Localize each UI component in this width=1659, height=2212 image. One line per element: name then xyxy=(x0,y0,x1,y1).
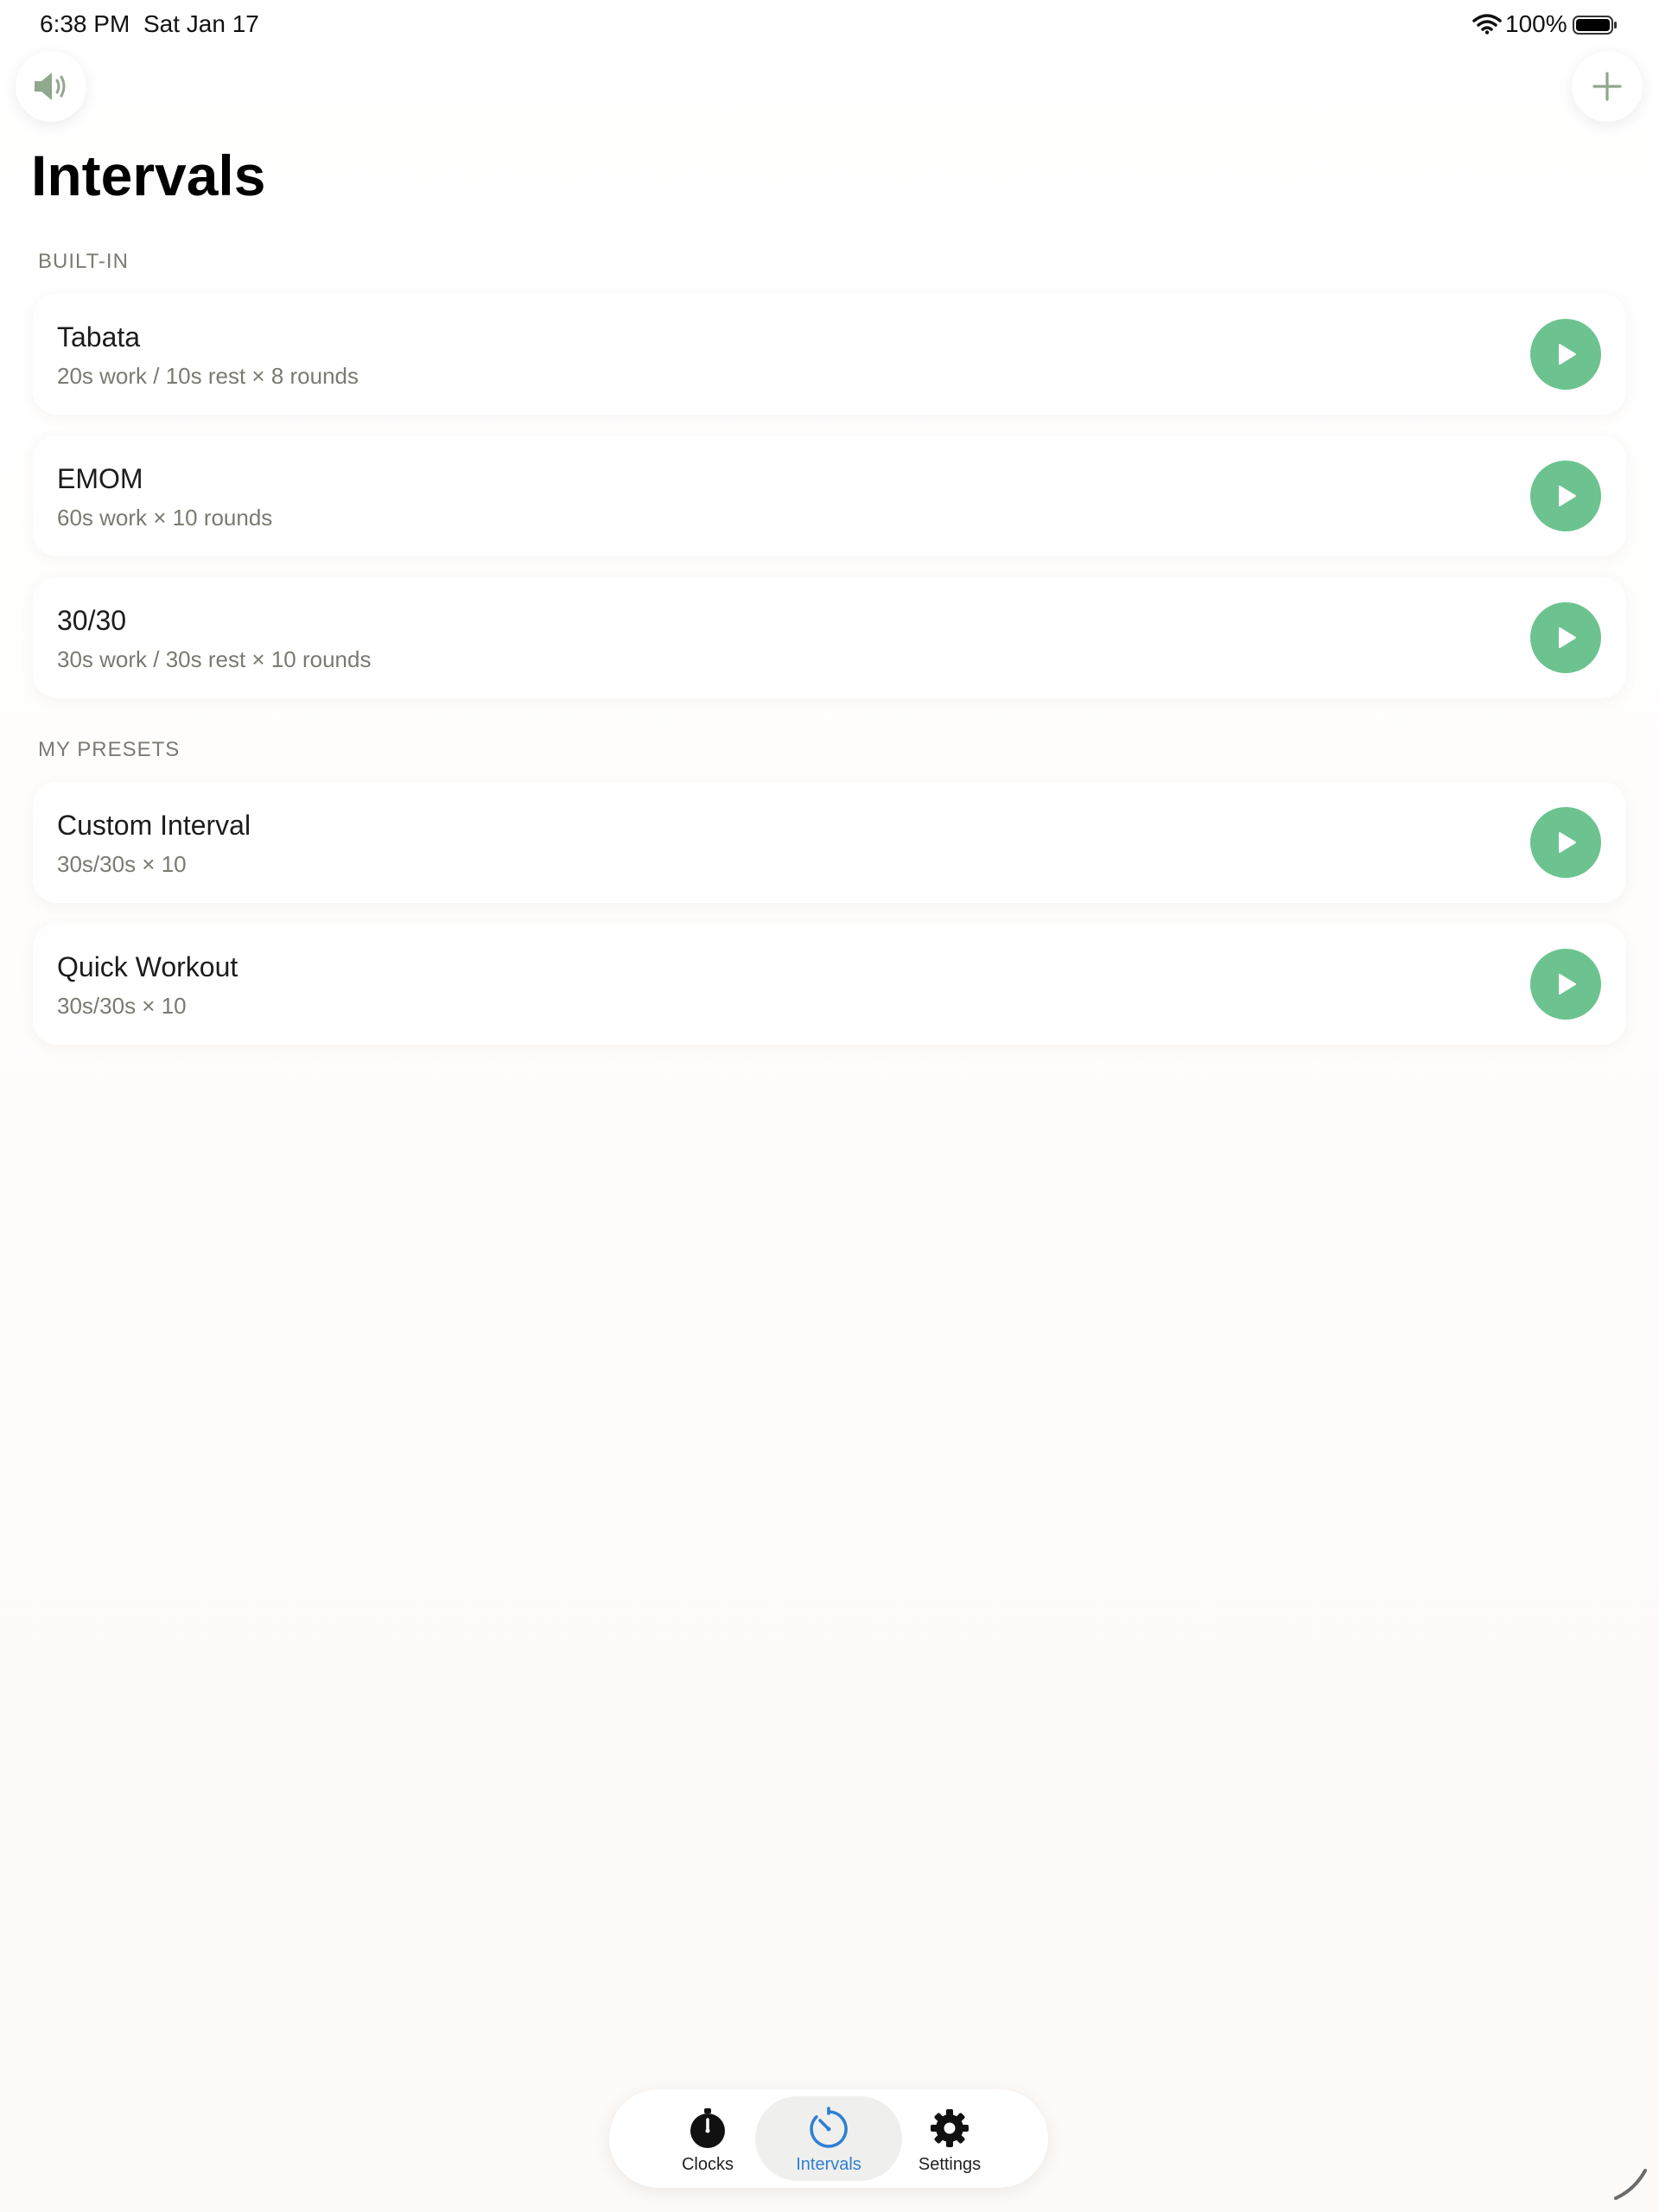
wifi-icon xyxy=(1472,14,1502,35)
status-date: Sat Jan 17 xyxy=(143,10,259,37)
play-icon xyxy=(1559,974,1576,995)
card-title: EMOM xyxy=(57,463,143,494)
tab-label: Settings xyxy=(918,2155,982,2174)
card-title: Tabata xyxy=(57,321,141,353)
preset-card-quick-workout[interactable]: Quick Workout 30s/30s × 10 xyxy=(33,924,1626,1045)
card-title: Custom Interval xyxy=(57,810,251,841)
tab-settings[interactable]: Settings xyxy=(876,2096,1023,2181)
card-title: Quick Workout xyxy=(57,951,238,982)
tab-bar: Clocks Intervals Settings xyxy=(609,2089,1048,2188)
card-subtitle: 30s/30s × 10 xyxy=(57,851,187,877)
card-subtitle: 30s/30s × 10 xyxy=(57,993,187,1019)
card-subtitle: 60s work × 10 rounds xyxy=(57,505,273,531)
play-button[interactable] xyxy=(1530,319,1601,390)
page-title: Intervals xyxy=(31,143,266,207)
plus-icon xyxy=(1592,72,1622,101)
play-button[interactable] xyxy=(1530,461,1601,531)
speaker-wave-icon xyxy=(35,73,66,100)
play-icon xyxy=(1559,832,1576,853)
card-subtitle: 20s work / 10s rest × 8 rounds xyxy=(57,363,359,389)
play-icon xyxy=(1559,627,1576,648)
add-preset-button[interactable] xyxy=(1572,51,1643,122)
status-bar: 6:38 PM Sat Jan 17 100% xyxy=(0,0,1659,52)
gear-icon xyxy=(931,2109,969,2147)
play-button[interactable] xyxy=(1530,807,1601,878)
battery-icon xyxy=(1573,16,1617,35)
preset-card-custom-interval[interactable]: Custom Interval 30s/30s × 10 xyxy=(33,782,1626,903)
interval-timer-icon xyxy=(810,2107,848,2148)
status-time: 6:38 PM xyxy=(40,10,130,37)
section-header-my-presets: MY PRESETS xyxy=(38,738,181,761)
interval-card-tabata[interactable]: Tabata 20s work / 10s rest × 8 rounds xyxy=(33,294,1626,415)
home-indicator-corner xyxy=(1614,2169,1647,2200)
card-title: 30/30 xyxy=(57,605,127,636)
play-button[interactable] xyxy=(1530,602,1601,673)
card-subtitle: 30s work / 30s rest × 10 rounds xyxy=(57,646,372,672)
battery-percent: 100% xyxy=(1505,10,1567,37)
stopwatch-icon xyxy=(690,2108,725,2148)
sound-toggle-button[interactable] xyxy=(16,51,86,122)
section-header-builtin: BUILT-IN xyxy=(38,250,129,273)
interval-card-30-30[interactable]: 30/30 30s work / 30s rest × 10 rounds xyxy=(33,577,1626,698)
play-icon xyxy=(1559,344,1576,365)
play-button[interactable] xyxy=(1530,949,1601,1020)
play-icon xyxy=(1559,486,1576,506)
interval-card-emom[interactable]: EMOM 60s work × 10 rounds xyxy=(33,435,1626,556)
